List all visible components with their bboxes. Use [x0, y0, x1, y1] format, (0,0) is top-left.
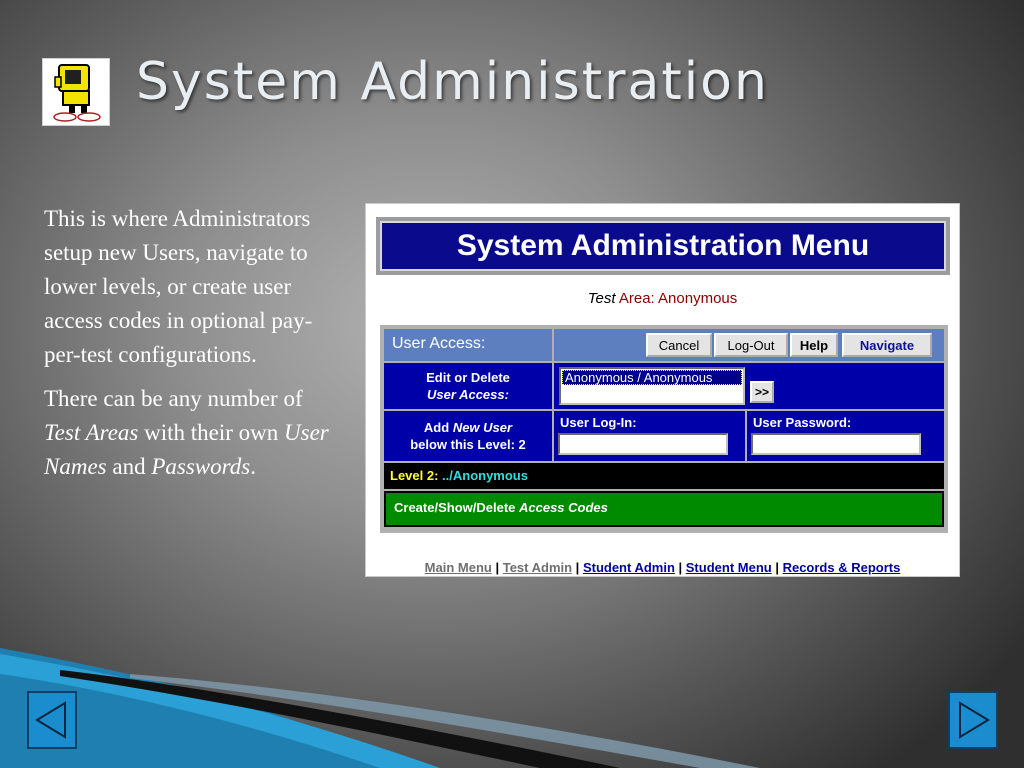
password-cell: User Password: [747, 411, 944, 461]
help-button[interactable]: Help [790, 333, 838, 357]
cancel-button[interactable]: Cancel [646, 333, 712, 357]
slide-title: System Administration [136, 52, 769, 112]
admin-menu-screenshot: System Administration Menu Test Area: An… [365, 203, 960, 577]
access-codes-italic: Access Codes [519, 500, 608, 515]
user-access-select[interactable]: Anonymous / Anonymous [559, 367, 745, 405]
go-button[interactable]: >> [750, 381, 774, 403]
level-label: Level 2: [390, 468, 439, 483]
slide-body: This is where Administrators setup new U… [44, 202, 339, 494]
paragraph-test-areas: There can be any number of Test Areas wi… [44, 382, 339, 484]
left-triangle-icon [35, 701, 66, 739]
user-access-form: User Access: Cancel Log-Out Help Navigat… [380, 325, 948, 533]
button-bar: Cancel Log-Out Help Navigate [554, 329, 944, 361]
edit-user-row: Edit or Delete User Access: Anonymous / … [384, 363, 944, 409]
level-row: Level 2: ../Anonymous [384, 463, 944, 489]
log-out-button[interactable]: Log-Out [714, 333, 788, 357]
user-password-input[interactable] [751, 433, 921, 455]
login-cell: User Log-In: [554, 411, 745, 461]
edit-delete-line1: Edit or Delete [426, 370, 510, 385]
slide-logo [42, 58, 110, 126]
edit-delete-line2: User Access: [427, 387, 509, 402]
navigate-button[interactable]: Navigate [842, 333, 932, 357]
user-access-label: User Access: [384, 329, 552, 361]
previous-slide-button[interactable] [27, 691, 77, 749]
selected-user-option[interactable]: Anonymous / Anonymous [562, 370, 742, 385]
add-user-line2: below this Level: 2 [410, 437, 526, 452]
area-name: Area: Anonymous [615, 290, 738, 307]
area-italic: Test [587, 290, 616, 307]
p2-test-areas: Test Areas [44, 420, 139, 445]
records-reports-link[interactable]: Records & Reports [783, 560, 901, 575]
paragraph-administrators: This is where Administrators setup new U… [44, 206, 313, 367]
user-select-cell: Anonymous / Anonymous >> [554, 363, 944, 409]
add-user-line1: Add New User [384, 419, 552, 436]
add-user-label: Add New User below this Level: 2 [384, 411, 552, 461]
yellow-robot-computer-icon [53, 64, 101, 122]
p2-text-g: . [250, 454, 256, 479]
next-slide-button[interactable] [948, 691, 998, 749]
p2-text-c: with their own [138, 420, 285, 445]
level-path[interactable]: ../Anonymous [438, 468, 528, 483]
add-user-row: Add New User below this Level: 2 User Lo… [384, 411, 944, 461]
user-access-row: User Access: Cancel Log-Out Help Navigat… [384, 329, 944, 361]
test-area-line: Test Area: Anonymous [366, 290, 959, 307]
user-login-label: User Log-In: [560, 415, 637, 430]
p2-passwords: Passwords [151, 454, 251, 479]
student-admin-link[interactable]: Student Admin [583, 560, 675, 575]
right-triangle-icon [959, 701, 990, 739]
menu-header-frame: System Administration Menu [376, 217, 950, 275]
menu-title: System Administration Menu [380, 221, 946, 271]
separator: | [572, 560, 583, 575]
student-menu-link[interactable]: Student Menu [686, 560, 772, 575]
p2-text-e: and [106, 454, 152, 479]
access-codes-button[interactable]: Create/Show/Delete Access Codes [384, 491, 944, 527]
level-bar[interactable]: Level 2: ../Anonymous [384, 463, 944, 489]
access-codes-row: Create/Show/Delete Access Codes [384, 491, 944, 527]
decorative-swoosh [0, 648, 760, 768]
user-password-label: User Password: [753, 415, 852, 430]
separator: | [674, 560, 686, 575]
edit-delete-label: Edit or Delete User Access: [384, 363, 552, 409]
user-login-input[interactable] [558, 433, 728, 455]
footer-nav: Main Menu | Test Admin | Student Admin |… [366, 560, 959, 575]
main-menu-link[interactable]: Main Menu [425, 560, 492, 575]
test-admin-link[interactable]: Test Admin [503, 560, 572, 575]
new-user-text: New User [452, 420, 513, 435]
separator: | [491, 560, 503, 575]
separator: | [771, 560, 783, 575]
add-user-text: Add [423, 420, 453, 435]
p2-text-a: There can be any number of [44, 386, 303, 411]
access-codes-text: Create/Show/Delete [394, 500, 519, 515]
